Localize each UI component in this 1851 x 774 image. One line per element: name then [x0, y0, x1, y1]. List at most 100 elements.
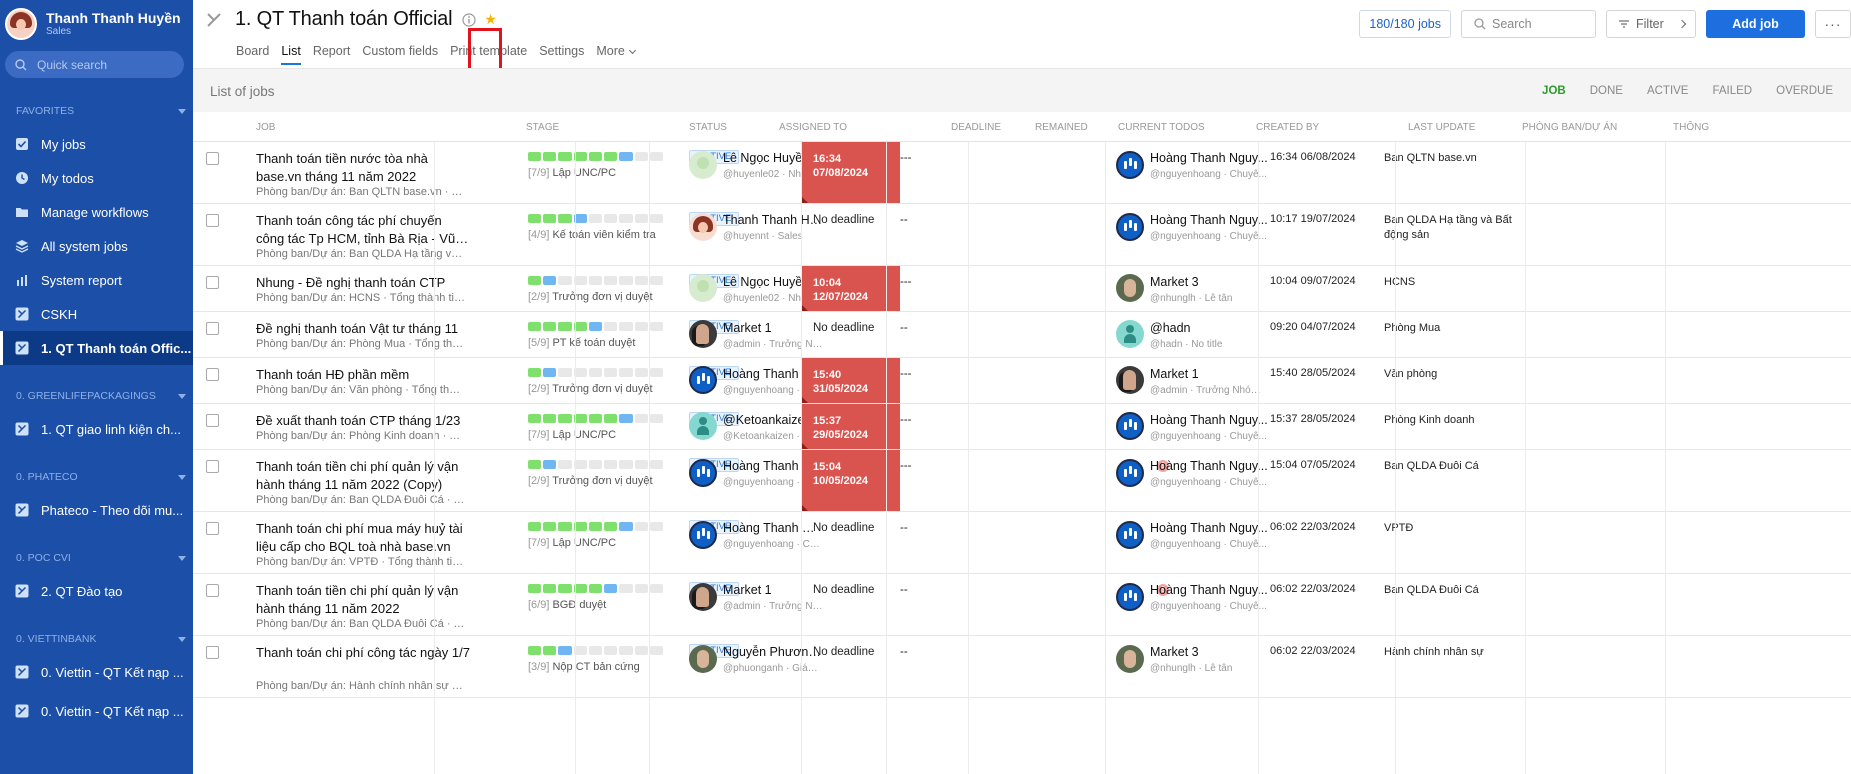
filter-tab-overdue[interactable]: OVERDUE [1776, 85, 1833, 97]
row-checkbox[interactable] [206, 646, 219, 659]
row-checkbox[interactable] [206, 584, 219, 597]
creator-name[interactable]: Hoàng Thanh Nguy... [1150, 583, 1268, 597]
info-icon[interactable] [462, 12, 476, 27]
creator-name[interactable]: Market 3 [1150, 275, 1268, 289]
filter-tab-done[interactable]: DONE [1590, 85, 1623, 97]
job-title[interactable]: Đề xuất thanh toán CTP tháng 1/23 [256, 412, 471, 430]
sidebar-item-6[interactable]: 1. QT Thanh toán Offic... [0, 331, 193, 365]
row-checkbox[interactable] [206, 322, 219, 335]
job-title[interactable]: Nhung - Đề nghị thanh toán CTP [256, 274, 471, 292]
avatar[interactable] [1116, 320, 1144, 348]
table-row[interactable]: Thanh toán tiền chi phí quản lý vận hành… [193, 450, 1851, 512]
sidebar-group-item[interactable]: 0. Viettin - QT Kết nạp ... [0, 655, 193, 689]
star-icon[interactable] [228, 520, 242, 534]
favorite-star-icon[interactable]: ★ [484, 11, 497, 28]
avatar[interactable] [689, 412, 717, 440]
table-row[interactable]: Thanh toán chi phí công tác ngày 1/7 Phòn… [193, 636, 1851, 698]
table-row[interactable]: Đề nghị thanh toán Vật tư tháng 11 Phòng … [193, 312, 1851, 358]
avatar[interactable] [1116, 521, 1144, 549]
sidebar-item-3[interactable]: All system jobs [0, 229, 193, 263]
creator-name[interactable]: Market 1 [1150, 367, 1268, 381]
assignee-name[interactable]: Market 1 [723, 321, 823, 335]
tab-list[interactable]: List [281, 43, 302, 65]
avatar[interactable] [5, 8, 37, 40]
row-checkbox[interactable] [206, 522, 219, 535]
avatar[interactable] [1116, 366, 1144, 394]
tab-more[interactable]: More [596, 43, 636, 59]
star-icon[interactable] [228, 274, 242, 288]
star-icon[interactable] [228, 150, 242, 164]
sidebar-item-1[interactable]: My todos [0, 161, 193, 195]
creator-name[interactable]: Hoàng Thanh Nguy... [1150, 459, 1268, 473]
row-checkbox[interactable] [206, 214, 219, 227]
creator-name[interactable]: Market 3 [1150, 645, 1268, 659]
tab-custom-fields[interactable]: Custom fields [362, 43, 438, 59]
assignee-name[interactable]: Nguyễn Phương Anh [723, 645, 823, 659]
assignee-name[interactable]: Market 1 [723, 583, 823, 597]
avatar[interactable] [689, 583, 717, 611]
avatar[interactable] [1116, 459, 1144, 487]
job-title[interactable]: Thanh toán HĐ phần mềm [256, 366, 471, 384]
tab-board[interactable]: Board [236, 43, 269, 59]
job-title[interactable]: Đề nghị thanh toán Vật tư tháng 11 [256, 320, 471, 338]
table-row[interactable]: Thanh toán chi phí mua máy huỷ tài liệu … [193, 512, 1851, 574]
star-icon[interactable] [228, 412, 242, 426]
creator-name[interactable]: Hoàng Thanh Nguy... [1150, 521, 1268, 535]
avatar[interactable] [1116, 412, 1144, 440]
star-icon[interactable] [228, 320, 242, 334]
tab-report[interactable]: Report [313, 43, 351, 59]
sidebar-group-header[interactable]: 0. POC CVI [0, 548, 193, 568]
job-count-button[interactable]: 180/180 jobs [1359, 10, 1451, 38]
creator-name[interactable]: Hoàng Thanh Nguy... [1150, 213, 1268, 227]
sidebar-item-4[interactable]: System report [0, 263, 193, 297]
table-row[interactable]: Thanh toán công tác phí chuyến công tác … [193, 204, 1851, 266]
avatar[interactable] [1116, 151, 1144, 179]
filter-tab-active[interactable]: ACTIVE [1647, 85, 1689, 97]
filter-tab-job[interactable]: JOB [1542, 85, 1566, 97]
quick-search-input[interactable]: Quick search [5, 51, 184, 78]
job-title[interactable]: Thanh toán công tác phí chuyến công tác … [256, 212, 471, 248]
avatar[interactable] [1116, 583, 1144, 611]
star-icon[interactable] [228, 458, 242, 472]
star-icon[interactable] [228, 366, 242, 380]
sidebar-group-header[interactable]: 0. VIETTINBANK [0, 629, 193, 649]
creator-name[interactable]: @hadn [1150, 321, 1268, 335]
table-row[interactable]: Thanh toán tiền chi phí quản lý vận hành… [193, 574, 1851, 636]
star-icon[interactable] [228, 582, 242, 596]
sidebar-item-2[interactable]: Manage workflows [0, 195, 193, 229]
user-profile[interactable]: Thanh Thanh Huyền Sales [0, 0, 193, 48]
filter-button[interactable]: Filter [1606, 10, 1696, 38]
assignee-name[interactable]: Thanh Thanh Huyền [723, 213, 823, 227]
assignee-name[interactable]: Hoàng Thanh Nguy... [723, 521, 823, 535]
avatar[interactable] [1116, 645, 1144, 673]
filter-tab-failed[interactable]: FAILED [1712, 85, 1752, 97]
avatar[interactable] [689, 459, 717, 487]
sidebar-item-0[interactable]: My jobs [0, 127, 193, 161]
star-icon[interactable] [228, 644, 242, 658]
sidebar-group-header[interactable]: 0. PHATECO [0, 467, 193, 487]
row-checkbox[interactable] [206, 368, 219, 381]
table-row[interactable]: Thanh toán HĐ phần mềm Phòng ban/Dự án: V… [193, 358, 1851, 404]
sidebar-item-5[interactable]: CSKH [0, 297, 193, 331]
job-title[interactable]: Thanh toán tiền nước tòa nhà base.vn thá… [256, 150, 471, 186]
avatar[interactable] [689, 213, 717, 241]
row-checkbox[interactable] [206, 276, 219, 289]
avatar[interactable] [689, 366, 717, 394]
star-icon[interactable] [228, 212, 242, 226]
more-options-button[interactable]: ··· [1815, 10, 1851, 38]
avatar[interactable] [689, 274, 717, 302]
avatar[interactable] [689, 521, 717, 549]
table-row[interactable]: Thanh toán tiền nước tòa nhà base.vn thá… [193, 142, 1851, 204]
job-title[interactable]: Thanh toán chi phí mua máy huỷ tài liệu … [256, 520, 471, 556]
sidebar-group-header[interactable]: 0. GREENLIFEPACKAGINGS [0, 386, 193, 406]
tab-settings[interactable]: Settings [539, 43, 584, 59]
add-job-button[interactable]: Add job [1706, 10, 1805, 38]
job-title[interactable]: Thanh toán chi phí công tác ngày 1/7 [256, 644, 471, 662]
avatar[interactable] [689, 320, 717, 348]
search-input[interactable]: Search [1461, 10, 1596, 38]
creator-name[interactable]: Hoàng Thanh Nguy... [1150, 151, 1268, 165]
job-title[interactable]: Thanh toán tiền chi phí quản lý vận hành… [256, 582, 471, 618]
avatar[interactable] [689, 151, 717, 179]
job-title[interactable]: Thanh toán tiền chi phí quản lý vận hành… [256, 458, 471, 494]
avatar[interactable] [689, 645, 717, 673]
